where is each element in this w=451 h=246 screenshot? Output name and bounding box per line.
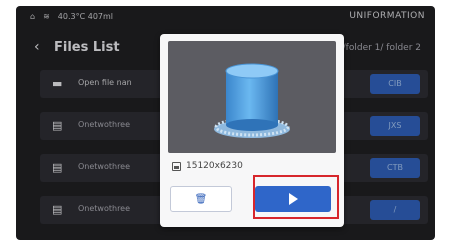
image-icon (172, 161, 181, 171)
model-thumbnail-icon (214, 63, 290, 138)
model-preview (168, 41, 336, 153)
device-screen: ⌂ ≋ 40.3°C 407ml UNIFORMATION ‹ Files Li… (16, 6, 435, 240)
resolution-info: 15120x6230 (172, 161, 243, 171)
delete-button[interactable]: 🗑 (170, 186, 232, 212)
resolution-text: 15120x6230 (186, 161, 243, 171)
print-button[interactable] (255, 186, 331, 212)
play-icon (288, 193, 298, 205)
trash-icon: 🗑 (194, 194, 208, 205)
file-preview-dialog: 15120x6230 🗑 (160, 34, 344, 227)
